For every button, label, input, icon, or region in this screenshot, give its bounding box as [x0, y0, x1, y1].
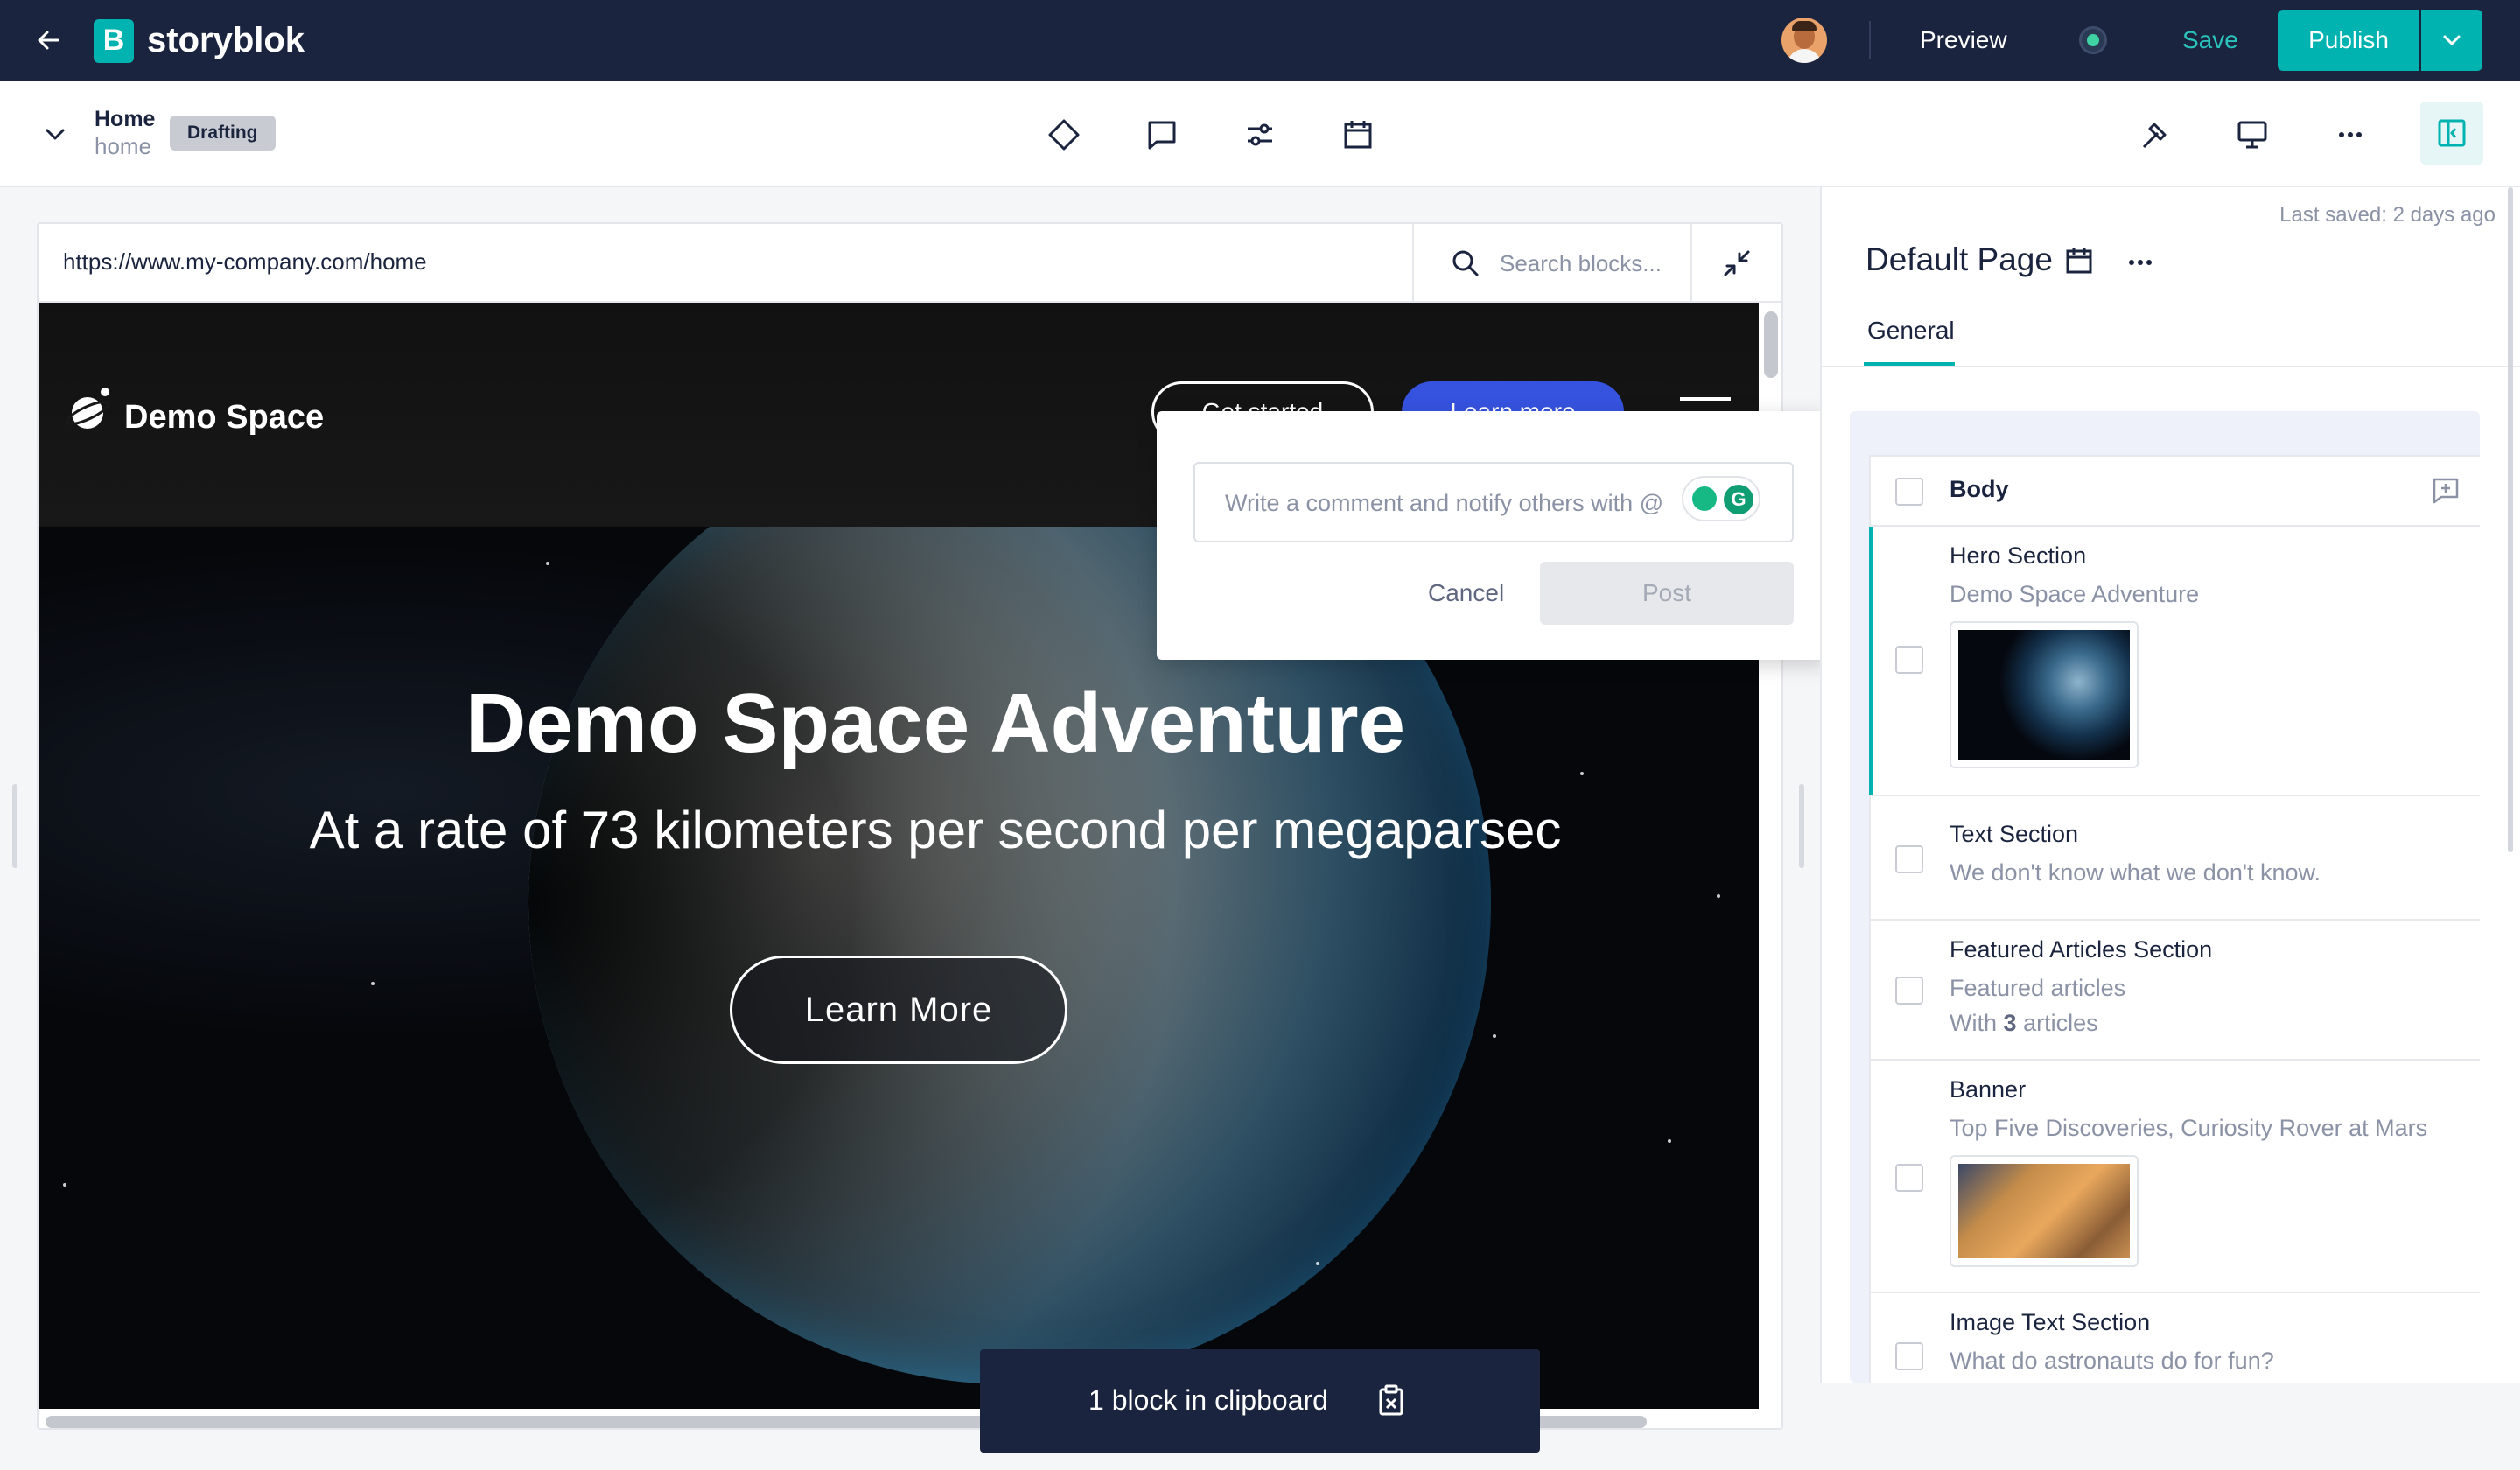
hero-subtitle: At a rate of 73 kilometers per second pe…	[309, 801, 1562, 859]
sidebar-toggle-icon	[2438, 119, 2466, 147]
panel-scrollbar[interactable]	[2508, 187, 2513, 852]
comment-input[interactable]: Write a comment and notify others with @…	[1194, 462, 1794, 542]
right-resize-handle[interactable]	[1799, 784, 1804, 868]
post-button[interactable]: Post	[1540, 562, 1794, 625]
block-checkbox[interactable]	[1895, 845, 1923, 873]
comment-icon[interactable]	[1143, 116, 1181, 154]
clipboard-toast: 1 block in clipboard	[980, 1349, 1540, 1452]
clipboard-text: 1 block in clipboard	[1088, 1384, 1328, 1416]
search-placeholder: Search blocks...	[1500, 250, 1662, 276]
back-arrow-icon[interactable]	[32, 23, 66, 58]
left-resize-handle[interactable]	[12, 784, 18, 868]
block-articles-count: With 3 articles	[1950, 1010, 2098, 1036]
sliders-icon[interactable]	[1241, 116, 1279, 154]
status-badge: Drafting	[170, 116, 276, 150]
last-saved-text: Last saved: 2 days ago	[2279, 203, 2496, 227]
minimize-icon[interactable]	[1718, 245, 1755, 282]
save-button[interactable]: Save	[2182, 23, 2238, 58]
block-title: Image Text Section	[1950, 1309, 2151, 1335]
content-type-title: Default Page	[1866, 242, 2053, 277]
top-bar: B storyblok Preview Save Publish	[0, 0, 2520, 80]
publish-button[interactable]: Publish	[2278, 10, 2419, 71]
sidebar-toggle-button[interactable]	[2420, 102, 2483, 164]
tab-general[interactable]: General	[1867, 317, 1955, 345]
block-checkbox[interactable]	[1895, 976, 1923, 1004]
more-horizontal-icon[interactable]	[2331, 116, 2370, 154]
content-panel: Last saved: 2 days ago Default Page Gene…	[1820, 187, 2520, 1382]
block-title: Hero Section	[1950, 542, 2087, 569]
planet-logo-icon	[65, 385, 114, 434]
cancel-button[interactable]: Cancel	[1428, 579, 1504, 607]
preview-button[interactable]: Preview	[1920, 23, 2007, 58]
monitor-icon[interactable]	[2233, 116, 2272, 154]
divider	[1869, 21, 1871, 60]
app-name: storyblok	[147, 21, 305, 60]
more-horizontal-icon[interactable]	[2123, 243, 2158, 278]
block-featured-articles-section[interactable]: Featured Articles Section Featured artic…	[1871, 920, 2480, 1060]
field-label: Body	[1950, 476, 2009, 502]
grammarly-widget[interactable]: G	[1682, 476, 1760, 522]
block-checkbox[interactable]	[1895, 1164, 1923, 1192]
block-hero-section[interactable]: Hero Section Demo Space Adventure	[1869, 527, 2480, 796]
preview-url[interactable]: https://www.my-company.com/home	[63, 248, 427, 276]
blocks-list: Body Hero Section Demo Space Adventure T…	[1869, 455, 2480, 1382]
add-block-icon[interactable]	[2431, 476, 2460, 506]
block-title: Featured Articles Section	[1950, 936, 2213, 962]
block-image-text-section[interactable]: Image Text Section What do astronauts do…	[1871, 1293, 2480, 1382]
status-dot-icon[interactable]	[2079, 26, 2107, 54]
body-field-header: Body	[1871, 457, 2480, 527]
story-toolbar: Home home Drafting	[0, 80, 2520, 187]
select-all-checkbox[interactable]	[1895, 478, 1923, 506]
block-subtitle: We don't know what we don't know.	[1950, 859, 2321, 886]
calendar-icon[interactable]	[2062, 243, 2096, 278]
block-thumbnail	[1950, 621, 2138, 768]
block-title: Text Section	[1950, 821, 2079, 847]
block-subtitle: What do astronauts do for fun?	[1950, 1348, 2274, 1374]
block-text-section[interactable]: Text Section We don't know what we don't…	[1871, 796, 2480, 920]
user-avatar[interactable]	[1782, 18, 1827, 63]
story-name: Home	[94, 107, 156, 131]
block-subtitle: Top Five Discoveries, Curiosity Rover at…	[1950, 1115, 2428, 1141]
block-subtitle: Demo Space Adventure	[1950, 581, 2200, 607]
blocks-field: Body Hero Section Demo Space Adventure T…	[1850, 411, 2480, 1382]
learn-more-button[interactable]: Learn More	[730, 956, 1068, 1064]
publish-options-button[interactable]	[2421, 10, 2482, 71]
block-thumbnail	[1950, 1155, 2138, 1267]
calendar-icon[interactable]	[1339, 116, 1377, 154]
storyblok-logo: B	[94, 19, 134, 63]
chevron-down-icon	[2443, 35, 2460, 46]
block-subtitle: Featured articles	[1950, 975, 2126, 1001]
block-title: Banner	[1950, 1076, 2026, 1102]
hammer-icon[interactable]	[2135, 116, 2174, 154]
site-title: Demo Space	[124, 399, 325, 436]
lightbulb-icon	[1692, 486, 1717, 511]
visual-editor-frame: https://www.my-company.com/home Search b…	[37, 222, 1783, 1430]
block-checkbox[interactable]	[1895, 1342, 1923, 1370]
vertical-scrollbar[interactable]	[1764, 312, 1778, 378]
hero-title: Demo Space Adventure	[465, 676, 1406, 770]
story-slug: home	[94, 133, 152, 159]
chevron-down-icon[interactable]	[38, 117, 72, 150]
grammarly-icon: G	[1724, 485, 1754, 514]
diamond-icon[interactable]	[1045, 116, 1083, 154]
comment-popover: Write a comment and notify others with @…	[1157, 411, 1829, 660]
search-blocks-input[interactable]: Search blocks...	[1412, 224, 1692, 303]
url-bar: https://www.my-company.com/home Search b…	[38, 224, 1782, 303]
clear-clipboard-icon[interactable]	[1376, 1384, 1407, 1418]
block-banner[interactable]: Banner Top Five Discoveries, Curiosity R…	[1871, 1060, 2480, 1293]
search-icon	[1449, 247, 1482, 280]
comment-placeholder: Write a comment and notify others with @	[1225, 490, 1664, 516]
block-checkbox[interactable]	[1895, 646, 1923, 674]
menu-icon[interactable]	[1680, 397, 1731, 401]
